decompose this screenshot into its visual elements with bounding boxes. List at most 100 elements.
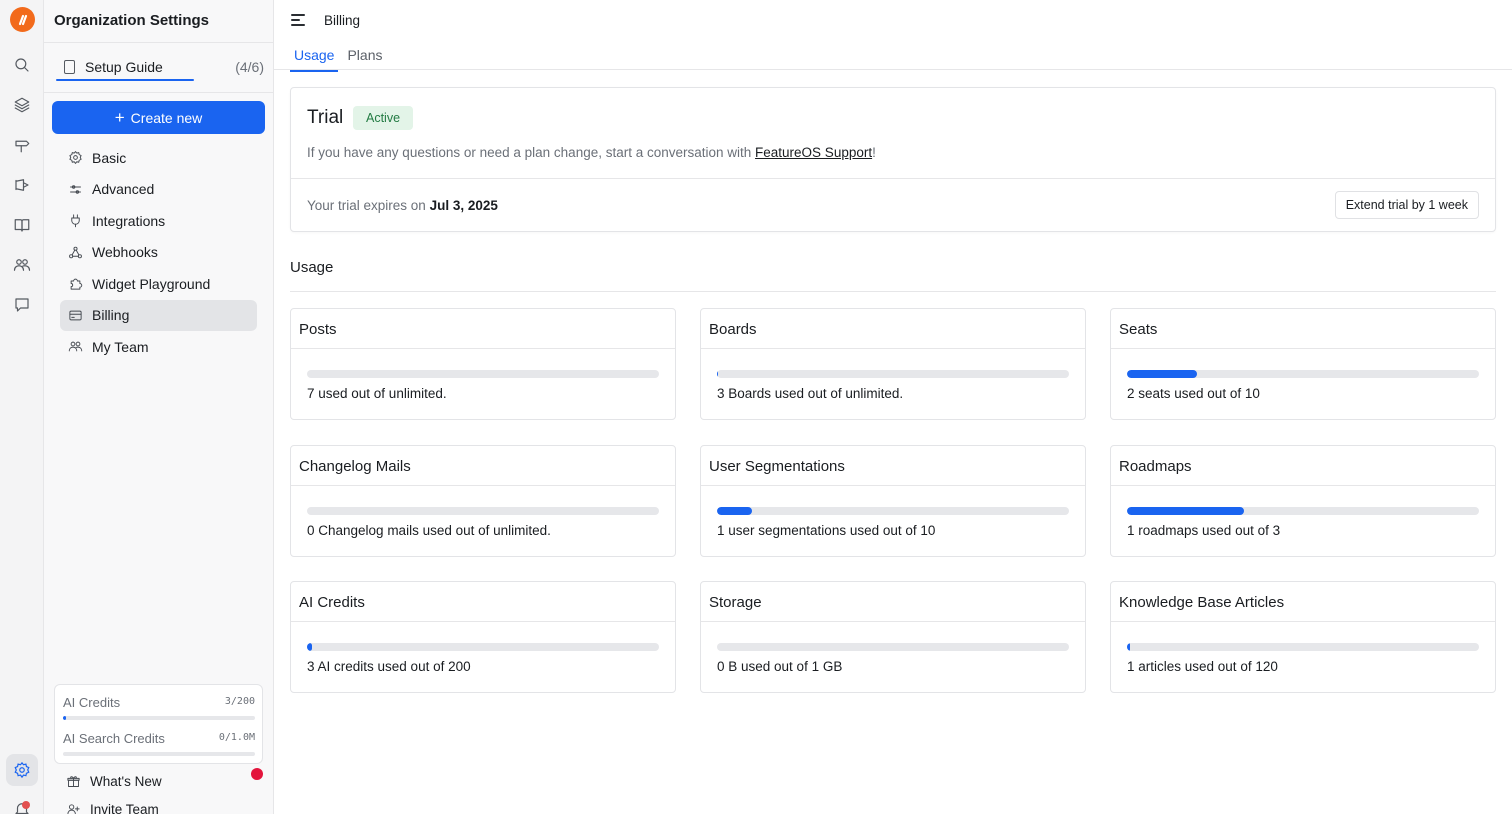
create-new-label: Create new <box>130 109 203 126</box>
signpost-icon[interactable] <box>12 135 32 155</box>
sidebar-item-label: Billing <box>92 307 130 324</box>
trial-description-text: If you have any questions or need a plan… <box>307 145 756 160</box>
book-open-icon[interactable] <box>12 215 32 235</box>
trial-expiry-date: Jul 3, 2025 <box>429 198 498 213</box>
team-icon <box>68 341 83 352</box>
divider <box>1111 348 1495 349</box>
usage-card-text: 0 Changelog mails used out of unlimited. <box>307 522 551 538</box>
credit-bar <box>63 752 255 756</box>
megaphone-icon[interactable] <box>12 175 32 195</box>
whats-new-link[interactable]: What's New <box>66 774 162 789</box>
settings-nav: Basic Advanced Integrations Webhooks Wid… <box>60 142 257 363</box>
sidebar-item-advanced[interactable]: Advanced <box>60 174 257 206</box>
usage-card-text: 7 used out of unlimited. <box>307 386 447 401</box>
sidebar-item-widget-playground[interactable]: Widget Playground <box>60 268 257 300</box>
trial-card: Trial Active If you have any questions o… <box>290 87 1496 232</box>
sidebar-item-billing[interactable]: Billing <box>60 299 257 331</box>
usage-card-text: 2 seats used out of 10 <box>1127 386 1260 401</box>
tab-plans[interactable]: Plans <box>343 44 386 70</box>
usage-card-text: 0 B used out of 1 GB <box>717 659 843 674</box>
divider <box>701 621 1085 622</box>
tabs-divider <box>274 69 1512 70</box>
usage-progress-bar <box>307 370 659 378</box>
divider <box>701 484 1085 486</box>
sidebar-item-label: Basic <box>92 149 127 166</box>
create-new-button[interactable]: + Create new <box>52 101 265 134</box>
usage-card-title: AI Credits <box>299 594 365 611</box>
trial-expiry: Your trial expires on Jul 3, 2025 <box>307 198 498 213</box>
app-logo[interactable] <box>10 7 35 32</box>
sidebar-item-my-team[interactable]: My Team <box>60 331 257 363</box>
users-icon[interactable] <box>12 255 32 275</box>
usage-card-storage: Storage 0 B used out of 1 GB <box>700 581 1086 693</box>
credit-value: 0/1.0M <box>218 732 255 743</box>
credit-name: AI Search Credits <box>63 731 165 746</box>
usage-card-seats: Seats 2 seats used out of 10 <box>1110 308 1496 420</box>
credit-value: 3/200 <box>224 696 255 707</box>
support-link[interactable]: FeatureOS Support <box>755 145 872 160</box>
icon-rail <box>0 0 44 814</box>
usage-card-roadmaps: Roadmaps 1 roadmaps used out of 3 <box>1110 444 1496 557</box>
invite-team-label: Invite Team <box>90 802 159 814</box>
usage-card-title: Seats <box>1119 321 1158 338</box>
settings-sidebar: Organization Settings Setup Guide (4/6) … <box>44 0 274 814</box>
divider <box>1111 621 1495 622</box>
usage-card-text: 3 AI credits used out of 200 <box>307 659 471 674</box>
sidebar-item-label: My Team <box>92 338 149 355</box>
sidebar-item-label: Integrations <box>92 212 166 229</box>
trial-description-end: ! <box>872 145 876 160</box>
plus-icon: + <box>114 108 125 127</box>
sidebar-item-basic[interactable]: Basic <box>60 142 257 174</box>
chat-icon[interactable] <box>12 295 32 315</box>
usage-progress-fill <box>1127 506 1245 515</box>
whats-new-label: What's New <box>90 774 162 789</box>
divider <box>291 484 675 486</box>
extend-trial-button[interactable]: Extend trial by 1 week <box>1334 191 1479 219</box>
credit-name: AI Credits <box>63 695 121 710</box>
user-plus-icon <box>67 804 80 814</box>
usage-progress-bar <box>307 506 659 515</box>
sidebar-item-integrations[interactable]: Integrations <box>60 205 257 237</box>
divider <box>44 42 274 43</box>
usage-progress-bar <box>1127 643 1479 651</box>
usage-card-boards: Boards 3 Boards used out of unlimited. <box>700 308 1086 420</box>
usage-card-text: 1 articles used out of 120 <box>1127 659 1278 674</box>
webhook-icon <box>69 246 82 259</box>
sidebar-item-webhooks[interactable]: Webhooks <box>60 237 257 269</box>
divider <box>291 621 675 622</box>
usage-card-title: Roadmaps <box>1119 457 1192 475</box>
main-content: Billing Usage Plans Trial Active If you … <box>274 0 1512 814</box>
divider <box>701 348 1085 349</box>
trial-description: If you have any questions or need a plan… <box>307 145 876 160</box>
divider <box>291 348 675 349</box>
tab-usage[interactable]: Usage <box>290 44 339 72</box>
usage-progress-bar <box>1127 370 1479 378</box>
menu-toggle-icon[interactable] <box>291 13 307 27</box>
settings-icon[interactable] <box>6 754 38 786</box>
credit-bar-fill <box>63 716 66 720</box>
usage-card-knowledge-base-articles: Knowledge Base Articles 1 articles used o… <box>1110 581 1496 693</box>
usage-heading: Usage <box>290 259 334 276</box>
setup-guide[interactable]: Setup Guide (4/6) <box>56 54 264 82</box>
status-badge: Active <box>353 106 414 130</box>
invite-team-link[interactable]: Invite Team <box>66 802 159 814</box>
gift-icon <box>67 776 80 787</box>
usage-progress-bar <box>717 370 1069 378</box>
usage-progress-fill <box>1127 370 1198 378</box>
usage-card-title: Boards <box>709 321 757 338</box>
whats-new-badge <box>251 768 263 780</box>
usage-card-title: Knowledge Base Articles <box>1119 594 1285 611</box>
usage-progress-bar <box>717 506 1069 515</box>
layers-icon[interactable] <box>12 95 32 115</box>
sidebar-item-label: Widget Playground <box>92 275 211 292</box>
sidebar-item-label: Webhooks <box>92 244 158 261</box>
usage-card-text: 1 user segmentations used out of 10 <box>717 522 936 538</box>
billing-tabs: Usage Plans <box>290 44 392 72</box>
usage-progress-fill <box>717 370 719 378</box>
usage-card-title: Storage <box>709 594 762 611</box>
setup-guide-progress <box>56 79 194 81</box>
usage-card-posts: Posts 7 used out of unlimited. <box>290 308 676 420</box>
usage-progress-bar <box>1127 506 1479 515</box>
usage-progress-bar <box>307 643 659 651</box>
search-icon[interactable] <box>12 55 32 75</box>
